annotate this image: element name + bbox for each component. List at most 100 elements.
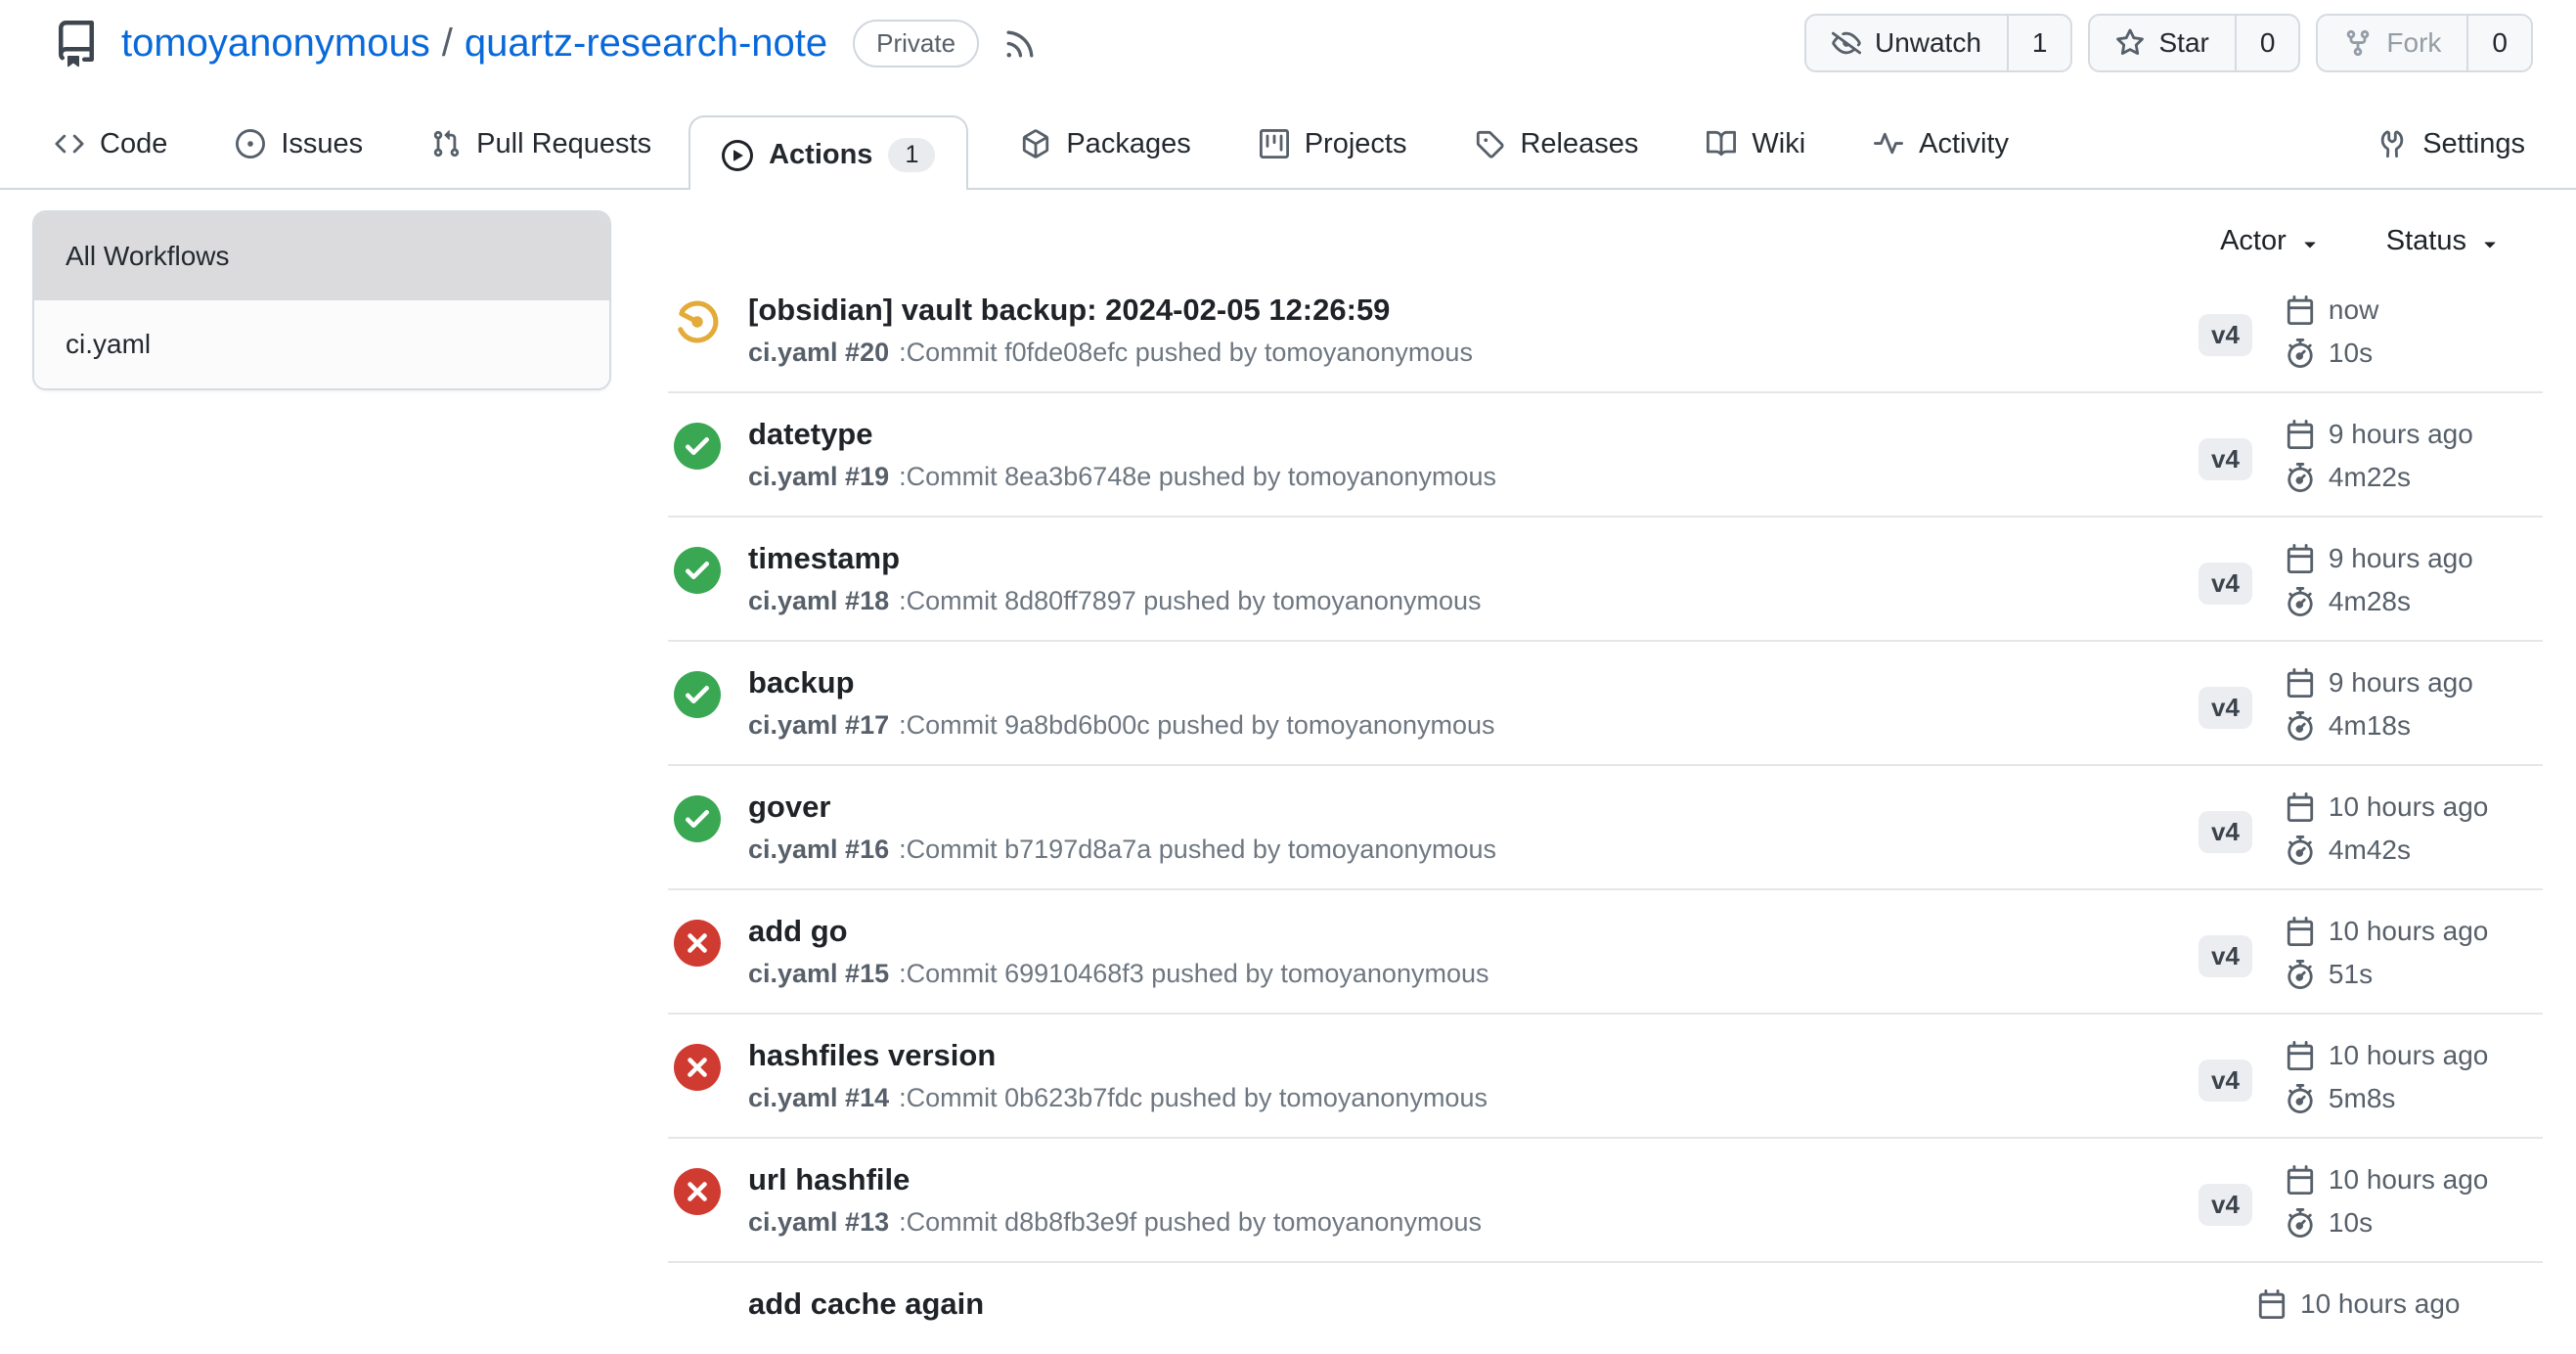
star-count[interactable]: 0 xyxy=(2235,16,2299,70)
calendar-icon xyxy=(2286,917,2315,946)
workflow-run-row[interactable]: add cache again 10 hours ago xyxy=(668,1263,2543,1354)
star-button[interactable]: Star xyxy=(2090,16,2234,70)
run-duration: 10s xyxy=(2286,338,2378,369)
run-meta-col: 10 hours ago 4m42s xyxy=(2286,790,2488,866)
run-title-link[interactable]: add cache again xyxy=(748,1286,984,1322)
run-title-link[interactable]: add go xyxy=(748,914,848,949)
calendar-icon xyxy=(2286,792,2315,822)
run-title-link[interactable]: [obsidian] vault backup: 2024-02-05 12:2… xyxy=(748,293,1390,328)
run-meta: v4 9 hours ago 4m28s xyxy=(2198,541,2543,617)
watch-count[interactable]: 1 xyxy=(2007,16,2071,70)
run-meta-col: 10 hours ago 10s xyxy=(2286,1162,2488,1239)
actor-filter-dropdown[interactable]: Actor xyxy=(2220,225,2322,257)
tab-wiki-label: Wiki xyxy=(1752,128,1805,160)
run-subtitle: ci.yaml #14:Commit 0b623b7fdc pushed by … xyxy=(748,1083,1488,1113)
tab-settings-label: Settings xyxy=(2422,128,2525,160)
fork-button[interactable]: Fork xyxy=(2318,16,2466,70)
tab-activity[interactable]: Activity xyxy=(1874,128,2009,160)
repo-owner-link[interactable]: tomoyanonymous xyxy=(121,22,430,66)
run-text: [obsidian] vault backup: 2024-02-05 12:2… xyxy=(748,293,1473,368)
run-duration: 4m42s xyxy=(2286,835,2488,866)
check-circle-icon xyxy=(674,795,721,842)
fork-icon xyxy=(2343,28,2373,58)
unwatch-button[interactable]: Unwatch xyxy=(1806,16,2007,70)
star-label: Star xyxy=(2158,27,2208,59)
run-subtitle: ci.yaml #18 :Commit 8d80ff7897 pushed by … xyxy=(748,586,1481,616)
tab-code[interactable]: Code xyxy=(55,128,167,160)
run-title-link[interactable]: backup xyxy=(748,665,855,700)
run-title-link[interactable]: datetype xyxy=(748,417,872,452)
tab-actions-label: Actions xyxy=(769,139,872,171)
stopwatch-icon xyxy=(2286,960,2315,989)
stopwatch-icon xyxy=(2286,835,2315,865)
workflow-run-row[interactable]: gover ci.yaml #16:Commit b7197d8a7a push… xyxy=(668,766,2543,890)
tab-releases-label: Releases xyxy=(1520,128,1638,160)
runner-version-badge: v4 xyxy=(2198,811,2252,853)
run-commit-desc: :Commit 9a8bd6b00c pushed by tomoyanonym… xyxy=(899,710,1494,740)
run-commit-desc: :Commit 8d80ff7897 pushed by tomoyanonym… xyxy=(899,586,1481,615)
run-meta: v4 10 hours ago 51s xyxy=(2198,914,2543,990)
run-meta-col: 9 hours ago 4m28s xyxy=(2286,541,2473,617)
run-title-link[interactable]: timestamp xyxy=(748,541,900,576)
runner-version-badge: v4 xyxy=(2198,687,2252,729)
calendar-icon xyxy=(2286,668,2315,698)
run-workflow-ref: ci.yaml #19 xyxy=(748,462,889,491)
in-progress-icon xyxy=(674,298,721,345)
tab-actions[interactable]: Actions 1 xyxy=(688,115,968,190)
sidebar-item-ci-yaml[interactable]: ci.yaml xyxy=(34,300,609,388)
run-commit-desc: :Commit f0fde08efc pushed by tomoyanonym… xyxy=(899,338,1473,367)
run-workflow-ref: ci.yaml #15 xyxy=(748,959,889,988)
run-workflow-ref: ci.yaml #18 xyxy=(748,586,889,615)
fork-count[interactable]: 0 xyxy=(2466,16,2531,70)
status-filter-label: Status xyxy=(2386,225,2466,257)
run-meta-col: now 10s xyxy=(2286,293,2378,369)
workflow-run-row[interactable]: hashfiles version ci.yaml #14:Commit 0b6… xyxy=(668,1015,2543,1139)
sidebar-item-all-workflows[interactable]: All Workflows xyxy=(34,212,609,300)
code-icon xyxy=(55,129,84,158)
stopwatch-icon xyxy=(2286,587,2315,616)
workflow-run-row[interactable]: datetype ci.yaml #19:Commit 8ea3b6748e p… xyxy=(668,393,2543,518)
run-title-link[interactable]: url hashfile xyxy=(748,1162,910,1197)
chevron-down-icon xyxy=(2478,232,2502,255)
run-text: hashfiles version ci.yaml #14:Commit 0b6… xyxy=(748,1038,1488,1113)
header-actions: Unwatch 1 Star 0 Fork 0 xyxy=(1804,14,2533,72)
workflow-run-row[interactable]: timestamp ci.yaml #18 :Commit 8d80ff7897 … xyxy=(668,518,2543,642)
run-meta-col: 9 hours ago 4m18s xyxy=(2286,665,2473,742)
run-commit-desc: :Commit 69910468f3 pushed by tomoyanonym… xyxy=(899,959,1488,988)
repo-icon xyxy=(53,21,100,68)
workflow-run-row[interactable]: add go ci.yaml #15 :Commit 69910468f3 pus… xyxy=(668,890,2543,1015)
tab-releases[interactable]: Releases xyxy=(1475,128,1638,160)
run-filters: Actor Status xyxy=(668,225,2543,257)
run-meta: v4 9 hours ago 4m18s xyxy=(2198,665,2543,742)
calendar-icon xyxy=(2286,1165,2315,1195)
play-circle-icon xyxy=(722,140,753,171)
run-title-link[interactable]: hashfiles version xyxy=(748,1038,996,1073)
tab-wiki[interactable]: Wiki xyxy=(1707,128,1805,160)
run-meta: v4 10 hours ago 4m42s xyxy=(2198,790,2543,866)
stopwatch-icon xyxy=(2286,711,2315,741)
repo-separator: / xyxy=(442,22,453,66)
tab-packages[interactable]: Packages xyxy=(1021,128,1190,160)
run-text: timestamp ci.yaml #18 :Commit 8d80ff7897 … xyxy=(748,541,1481,616)
run-time: 9 hours ago xyxy=(2286,419,2473,450)
tab-settings[interactable]: Settings xyxy=(2377,128,2525,160)
watch-button-group: Unwatch 1 xyxy=(1804,14,2073,72)
tab-code-label: Code xyxy=(100,128,167,160)
status-filter-dropdown[interactable]: Status xyxy=(2386,225,2502,257)
tab-issues-label: Issues xyxy=(281,128,363,160)
run-workflow-ref: ci.yaml #17 xyxy=(748,710,889,740)
workflow-run-row[interactable]: [obsidian] vault backup: 2024-02-05 12:2… xyxy=(668,269,2543,393)
runner-version-badge: v4 xyxy=(2198,1184,2252,1226)
check-circle-icon xyxy=(674,671,721,718)
workflow-run-row[interactable]: backup ci.yaml #17 :Commit 9a8bd6b00c pus… xyxy=(668,642,2543,766)
stopwatch-icon xyxy=(2286,1084,2315,1113)
rss-feed-icon[interactable] xyxy=(1002,26,1038,62)
workflow-run-row[interactable]: url hashfile ci.yaml #13:Commit d8b8fb3e… xyxy=(668,1139,2543,1263)
run-time: now xyxy=(2286,294,2378,326)
repo-name-link[interactable]: quartz-research-note xyxy=(465,22,827,66)
tab-projects[interactable]: Projects xyxy=(1260,128,1407,160)
actions-main: All Workflows ci.yaml Actor Status [obsi… xyxy=(0,190,2576,1354)
tab-issues[interactable]: Issues xyxy=(236,128,363,160)
run-title-link[interactable]: gover xyxy=(748,790,830,825)
tab-pull-requests[interactable]: Pull Requests xyxy=(431,128,651,160)
